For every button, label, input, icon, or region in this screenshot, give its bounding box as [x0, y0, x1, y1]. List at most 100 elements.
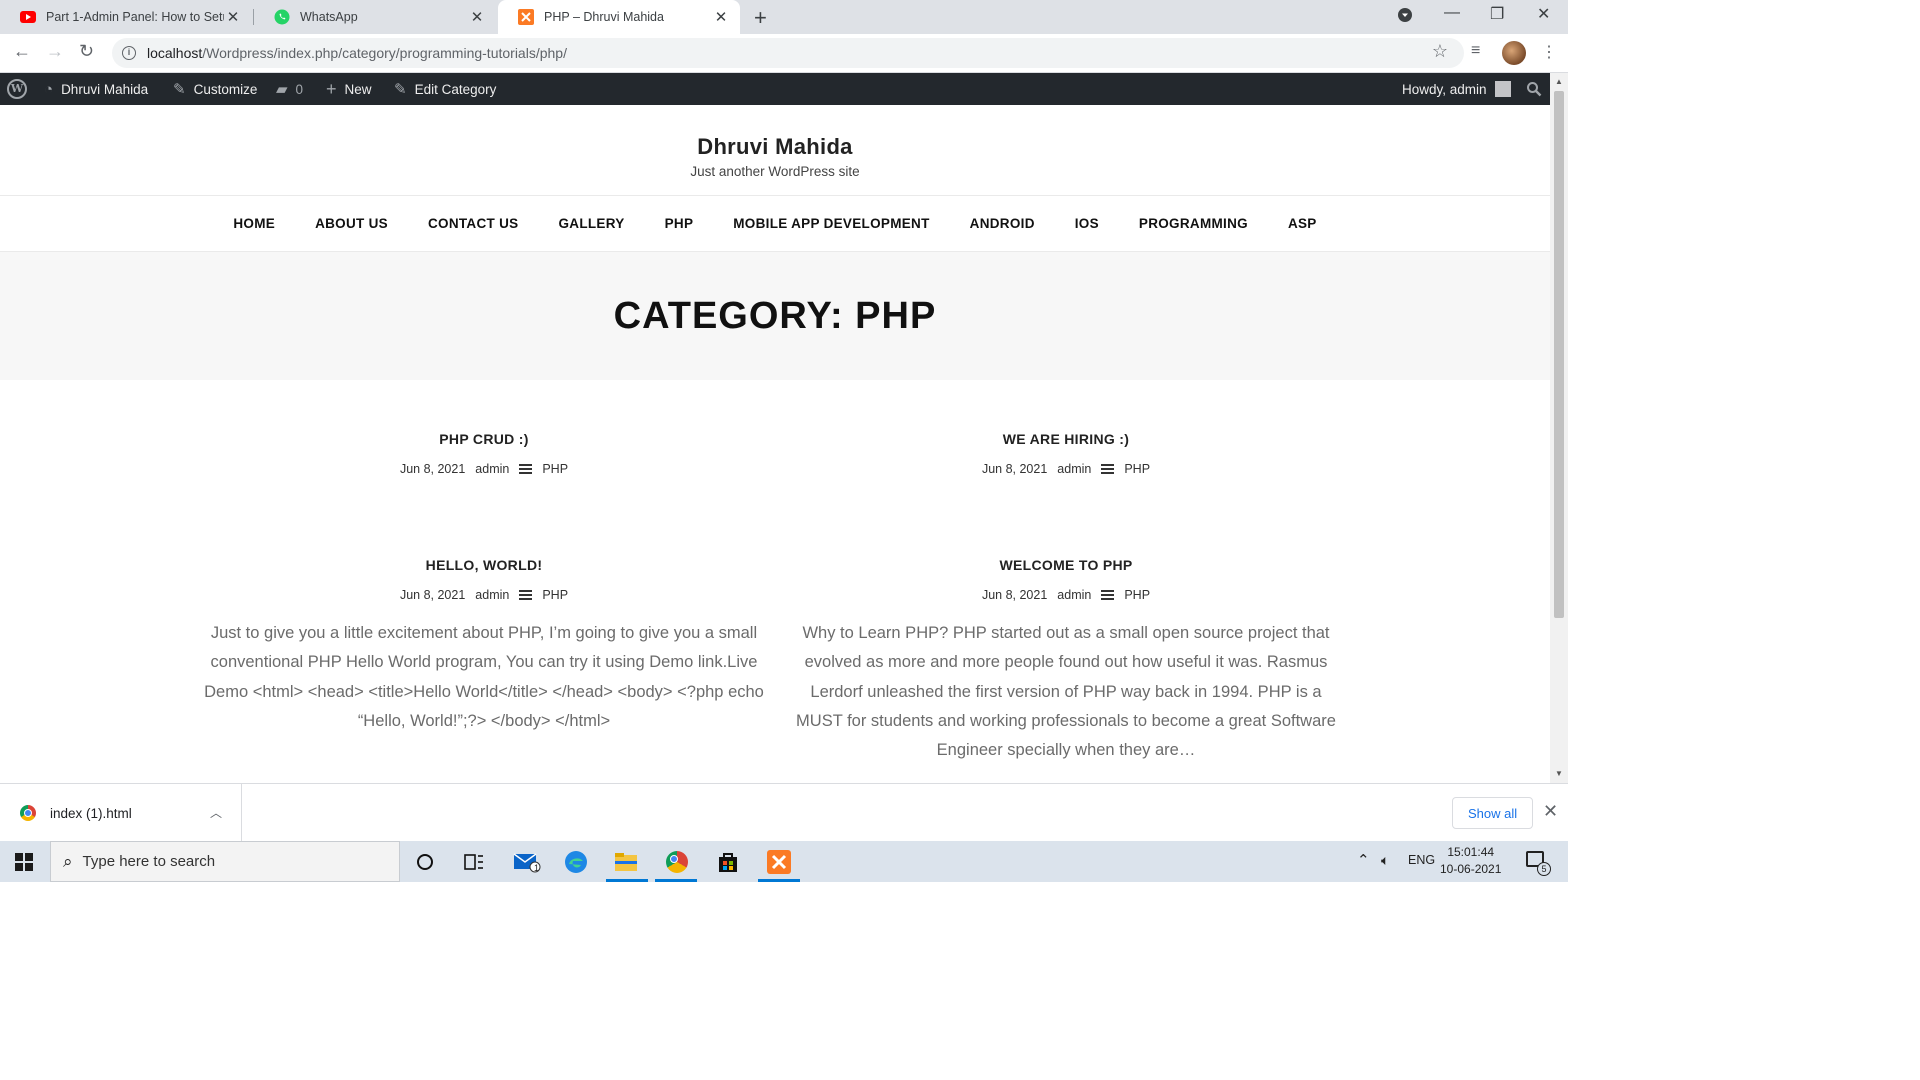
file-explorer-icon[interactable]: [611, 847, 641, 877]
profile-avatar[interactable]: [1502, 41, 1526, 65]
tab-title: WhatsApp: [300, 10, 358, 24]
nav-item-contact-us[interactable]: CONTACT US: [408, 216, 539, 231]
xampp-icon: [518, 9, 534, 25]
nav-item-ios[interactable]: IOS: [1055, 216, 1119, 231]
nav-item-php[interactable]: PHP: [645, 216, 714, 231]
search-icon: ⌕: [63, 851, 73, 871]
post-author[interactable]: admin: [1057, 462, 1091, 476]
scrollbar-thumb[interactable]: [1554, 91, 1564, 618]
post-card: HELLO, WORLD! Jun 8, 2021 admin PHP Just…: [204, 557, 764, 736]
chrome-file-icon: [20, 805, 36, 821]
tab-whatsapp[interactable]: WhatsApp ✕: [254, 0, 496, 34]
forward-icon[interactable]: →: [46, 41, 64, 62]
post-category[interactable]: PHP: [542, 588, 568, 602]
post-excerpt: Just to give you a little excitement abo…: [204, 624, 764, 730]
tab-youtube[interactable]: Part 1-Admin Panel: How to Setu ✕: [0, 0, 252, 34]
show-all-button[interactable]: Show all: [1452, 797, 1534, 829]
admin-search-icon[interactable]: [1526, 73, 1542, 105]
language-indicator[interactable]: ENG: [1408, 853, 1435, 867]
nav-item-android[interactable]: ANDROID: [950, 216, 1055, 231]
task-view-icon[interactable]: [459, 847, 489, 877]
post-meta: Jun 8, 2021 admin PHP: [786, 462, 1346, 476]
close-window-icon[interactable]: ✕: [1537, 4, 1550, 24]
post-author[interactable]: admin: [1057, 588, 1091, 602]
nav-item-asp[interactable]: ASP: [1268, 216, 1337, 231]
address-bar[interactable]: i localhost/Wordpress/index.php/category…: [112, 38, 1464, 68]
site-header: Dhruvi Mahida Just another WordPress sit…: [0, 105, 1550, 196]
reading-list-icon[interactable]: ≡: [1471, 42, 1480, 60]
bookmark-star-icon[interactable]: ☆: [1432, 41, 1448, 62]
post-title[interactable]: HELLO, WORLD!: [204, 557, 764, 573]
page-scrollbar[interactable]: ▲ ▼: [1550, 73, 1568, 783]
search-placeholder: Type here to search: [82, 853, 216, 870]
url-text[interactable]: localhost/Wordpress/index.php/category/p…: [147, 45, 567, 61]
post-author[interactable]: admin: [475, 462, 509, 476]
clock-time: 15:01:44: [1447, 845, 1495, 859]
tab-search-icon[interactable]: [1397, 7, 1413, 28]
chrome-icon[interactable]: [662, 847, 692, 877]
wp-admin-bar: W ◔ Dhruvi Mahida ✎ Customize ▰ 0 + New …: [0, 73, 1550, 105]
download-shelf: index (1).html ︿ Show all ✕: [0, 783, 1568, 842]
windows-start-icon[interactable]: [15, 853, 33, 871]
post-category[interactable]: PHP: [542, 462, 568, 476]
minimize-icon[interactable]: —: [1444, 4, 1460, 22]
post-meta: Jun 8, 2021 admin PHP: [204, 588, 764, 602]
new-tab-button[interactable]: +: [754, 5, 767, 31]
post-date[interactable]: Jun 8, 2021: [400, 462, 465, 476]
close-shelf-icon[interactable]: ✕: [1543, 801, 1558, 822]
download-item[interactable]: index (1).html ︿: [0, 784, 242, 842]
howdy-text: Howdy, admin: [1402, 81, 1487, 97]
admin-new[interactable]: + New: [326, 73, 372, 105]
site-info-icon[interactable]: i: [122, 46, 136, 60]
nav-item-home[interactable]: HOME: [213, 216, 295, 231]
admin-customize[interactable]: ✎ Customize: [173, 73, 257, 105]
back-icon[interactable]: ←: [13, 41, 31, 62]
wordpress-logo-icon[interactable]: W: [7, 73, 27, 105]
scroll-down-arrow-icon[interactable]: ▼: [1555, 769, 1563, 778]
taskbar-search-input[interactable]: ⌕ Type here to search: [50, 841, 400, 882]
notification-count: 5: [1537, 862, 1551, 876]
xampp-taskbar-icon[interactable]: [764, 847, 794, 877]
clock-date: 10-06-2021: [1440, 862, 1502, 876]
scroll-up-arrow-icon[interactable]: ▲: [1555, 77, 1563, 86]
site-tagline: Just another WordPress site: [690, 164, 860, 179]
tab-title: Part 1-Admin Panel: How to Setu: [46, 10, 224, 24]
admin-account[interactable]: Howdy, admin: [1402, 73, 1511, 105]
active-app-indicator: [606, 879, 648, 882]
tab-php-active[interactable]: PHP – Dhruvi Mahida ✕: [498, 0, 740, 34]
close-tab-icon[interactable]: ✕: [712, 8, 730, 26]
post-title[interactable]: WE ARE HIRING :): [786, 431, 1346, 447]
close-tab-icon[interactable]: ✕: [224, 8, 242, 26]
reload-icon[interactable]: ↻: [79, 41, 94, 62]
active-app-indicator: [758, 879, 800, 882]
speaker-icon[interactable]: 🔈︎: [1381, 852, 1389, 869]
post-author[interactable]: admin: [475, 588, 509, 602]
post-date[interactable]: Jun 8, 2021: [982, 588, 1047, 602]
edge-icon[interactable]: [561, 847, 591, 877]
post-category[interactable]: PHP: [1124, 462, 1150, 476]
admin-comments[interactable]: ▰ 0: [276, 73, 303, 105]
cortana-icon[interactable]: [410, 847, 440, 877]
nav-item-programming[interactable]: PROGRAMMING: [1119, 216, 1268, 231]
admin-edit-category[interactable]: ✎ Edit Category: [394, 73, 496, 105]
restore-icon[interactable]: ❐: [1490, 4, 1504, 24]
nav-item-mobile-app-development[interactable]: MOBILE APP DEVELOPMENT: [713, 216, 949, 231]
taskbar-clock[interactable]: 15:01:44 10-06-2021: [1440, 844, 1501, 878]
post-category[interactable]: PHP: [1124, 588, 1150, 602]
chevron-up-tray-icon[interactable]: ⌃: [1357, 851, 1370, 869]
post-date[interactable]: Jun 8, 2021: [400, 588, 465, 602]
menu-kebab-icon[interactable]: ⋮: [1541, 42, 1557, 62]
close-tab-icon[interactable]: ✕: [468, 8, 486, 26]
post-title[interactable]: PHP CRUD :): [204, 431, 764, 447]
post-card: WE ARE HIRING :) Jun 8, 2021 admin PHP: [786, 431, 1346, 476]
primary-navigation: HOME ABOUT US CONTACT US GALLERY PHP MOB…: [0, 196, 1550, 252]
chevron-up-icon[interactable]: ︿: [210, 804, 222, 821]
post-date[interactable]: Jun 8, 2021: [982, 462, 1047, 476]
admin-site-name[interactable]: ◔ Dhruvi Mahida: [44, 73, 148, 105]
post-title[interactable]: WELCOME TO PHP: [786, 557, 1346, 573]
site-title[interactable]: Dhruvi Mahida: [0, 105, 1550, 160]
nav-item-gallery[interactable]: GALLERY: [538, 216, 644, 231]
category-list-icon: [519, 463, 533, 475]
nav-item-about-us[interactable]: ABOUT US: [295, 216, 408, 231]
store-icon[interactable]: [713, 847, 743, 877]
